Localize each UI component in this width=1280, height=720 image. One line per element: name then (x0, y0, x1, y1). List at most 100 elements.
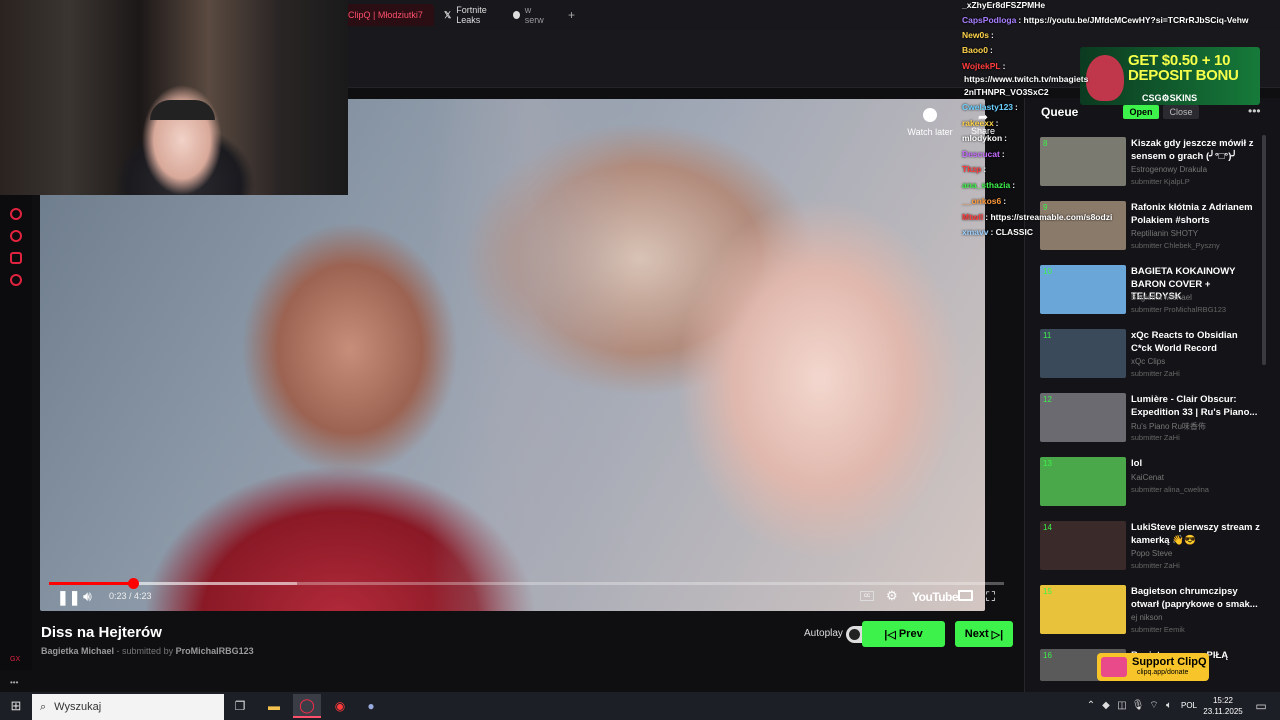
submitted-by-text: - submitted by (116, 646, 174, 656)
chat-message: Baoo0: (962, 45, 993, 55)
settings-icon[interactable] (10, 274, 22, 286)
watch-later-label: Watch later (907, 127, 953, 137)
new-tab-button[interactable]: + (560, 4, 580, 26)
pause-icon[interactable]: ❚❚ (57, 589, 80, 606)
task-view-icon[interactable]: ❐ (232, 698, 248, 714)
system-clock[interactable]: 15:22 23.11.2025 (1199, 695, 1247, 717)
wifi-icon[interactable]: ⌔ (1146, 698, 1162, 714)
queue-item-number: 12 (1043, 395, 1052, 404)
chat-username[interactable]: New0s (962, 30, 989, 40)
queue-item-submitter: submitter ZaHi (1131, 561, 1180, 570)
queue-thumbnail (1040, 457, 1126, 506)
tray-app-icon[interactable]: ◆ (1098, 698, 1114, 714)
verified-icon (512, 11, 520, 19)
chat-username[interactable]: mlodykon (962, 133, 1002, 143)
chat-message: Tkzp: (962, 164, 986, 174)
queue-item[interactable]: 10 BAGIETA KOKAINOWY BARON COVER + TELEDY… (1040, 265, 1260, 321)
queue-item[interactable]: 11 xQc Reacts to Obsidian C*ck World Reco… (1040, 329, 1260, 385)
next-button[interactable]: Next ▷| (955, 621, 1013, 647)
queue-item-title: lol (1131, 458, 1143, 469)
chat-username[interactable]: WojtekPL (962, 61, 1001, 71)
language-indicator[interactable]: POL (1181, 701, 1197, 710)
chat-username[interactable]: Mtwll (962, 212, 983, 222)
history-icon[interactable] (10, 230, 22, 242)
chat-message: Cwelasty123: (962, 102, 1018, 112)
queue-item[interactable]: 12 Lumière - Clair Obscur: Expedition 33 … (1040, 393, 1260, 449)
youtube-logo[interactable]: YouTube (912, 590, 959, 604)
file-explorer-icon[interactable]: ▬ (266, 698, 282, 714)
x-logo-icon: 𝕏 (444, 9, 452, 20)
chat-username[interactable]: xmavv (962, 227, 988, 237)
queue-item-channel[interactable]: Ru's Piano Ru味香佈 (1131, 421, 1206, 432)
taskbar-search[interactable]: ⌕ Wyszukaj (32, 694, 224, 720)
queue-item-submitter: submitter alina_cwelina (1131, 484, 1209, 494)
queue-item-channel[interactable]: KaiCenat (1131, 473, 1164, 482)
watch-later-button[interactable]: Watch later (905, 108, 955, 137)
app-taskbar-icon[interactable]: ◉ (332, 698, 348, 714)
tab-fortnite-leaks[interactable]: 𝕏 Fortnite Leaks w serw (436, 4, 558, 26)
queue-item-channel[interactable]: Popo Steve (1131, 549, 1172, 558)
progress-bar[interactable] (49, 578, 1004, 589)
fullscreen-icon[interactable]: ⛶ (986, 589, 995, 605)
submitter-name[interactable]: ProMichalRBG123 (176, 646, 254, 656)
chat-text: 2nlTHNPR_VO3SxC2 (964, 87, 1049, 97)
search-placeholder: Wyszukaj (54, 701, 102, 713)
queue-item-channel[interactable]: ej nikson (1131, 613, 1163, 622)
app2-taskbar-icon[interactable]: ● (363, 698, 379, 714)
support-clipq-button[interactable]: Support ClipQ clipq.app/donate (1097, 653, 1209, 681)
prev-button[interactable]: |◁ Prev (862, 621, 945, 647)
cast-icon[interactable] (958, 590, 973, 601)
chat-username[interactable]: CapsPodloga (962, 15, 1016, 25)
clock-date: 23.11.2025 (1203, 707, 1243, 716)
gear-icon[interactable]: ⚙ (886, 588, 898, 604)
chat-username[interactable]: ana_sthazia (962, 180, 1010, 190)
chat-username[interactable]: Descucat (962, 149, 1000, 159)
queue-item[interactable]: 15 Bagietson chrumczipsy otwarł (paprykow… (1040, 585, 1260, 641)
chat-text: : (1002, 61, 1006, 71)
chat-message: Mtwll: https://streamable.com/s8odzi (962, 212, 1112, 222)
queue-thumbnail (1040, 393, 1126, 442)
speaker-icon[interactable]: 🔈︎ (1161, 698, 1177, 714)
tray-chevron-icon[interactable]: ⌃ (1083, 698, 1099, 714)
chat-text: : (990, 30, 994, 40)
microphone-icon[interactable]: 🎙︎ (1130, 698, 1146, 714)
queue-item-number: 9 (1043, 203, 1048, 212)
chat-username[interactable]: rakeexx (962, 118, 994, 128)
tab-label: Fortnite Leaks (456, 5, 487, 25)
chat-icon[interactable] (10, 252, 22, 264)
opera-gx-taskbar-icon[interactable]: ◯ (293, 694, 321, 718)
queue-item[interactable]: 13 lol KaiCenat submitter alina_cwelina (1040, 457, 1260, 513)
chat-username[interactable]: _xZhyEr8dFSZPMHe (962, 0, 1045, 10)
more-icon[interactable]: ••• (10, 678, 18, 687)
notifications-icon[interactable]: ▭ (1253, 698, 1269, 714)
channel-name[interactable]: Bagietka Michael (41, 646, 114, 656)
captions-icon[interactable]: cc (860, 591, 874, 601)
search-icon: ⌕ (40, 700, 47, 713)
chat-message: Descucat: (962, 149, 1005, 159)
queue-thumbnail (1040, 329, 1126, 378)
played-fill (49, 582, 134, 585)
chat-username[interactable]: Cwelasty123 (962, 102, 1013, 112)
chat-username[interactable]: __onkos6 (962, 196, 1001, 206)
queue-item-channel[interactable]: Bagietka Michael (1131, 293, 1192, 302)
queue-item-title: Bagietson chrumczipsy otwarł (paprykowe … (1131, 586, 1258, 610)
queue-item-channel[interactable]: xQc Clips (1131, 357, 1165, 366)
tab-clipq[interactable]: ClipQ | Młodziutki7 (340, 4, 434, 26)
queue-item-title: Lumière - Clair Obscur: Expedition 33 | … (1131, 394, 1258, 418)
windows-start-icon[interactable]: ⊞ (8, 698, 24, 714)
next-icon: ▷| (991, 628, 1004, 641)
support-title: Support ClipQ (1132, 656, 1207, 668)
queue-item[interactable]: 14 LukiSteve pierwszy stream z kamerką 👋😎… (1040, 521, 1260, 577)
clock-icon (923, 108, 937, 122)
scrubber-handle[interactable] (128, 578, 140, 589)
chat-username[interactable]: Tkzp (962, 164, 981, 174)
queue-item-submitter: submitter Chlebek_Pyszny (1131, 241, 1220, 250)
chat-text: : (1015, 102, 1018, 112)
chat-message: _xZhyEr8dFSZPMHe (962, 0, 1047, 10)
time-display: 0:23 / 4:23 (109, 591, 152, 601)
chat-username[interactable]: Baoo0 (962, 45, 988, 55)
chat-text: : (995, 118, 999, 128)
tray-network-icon[interactable]: ◫ (1114, 698, 1130, 714)
volume-icon[interactable]: 🔊︎ (83, 588, 92, 605)
record-icon[interactable] (10, 208, 22, 220)
